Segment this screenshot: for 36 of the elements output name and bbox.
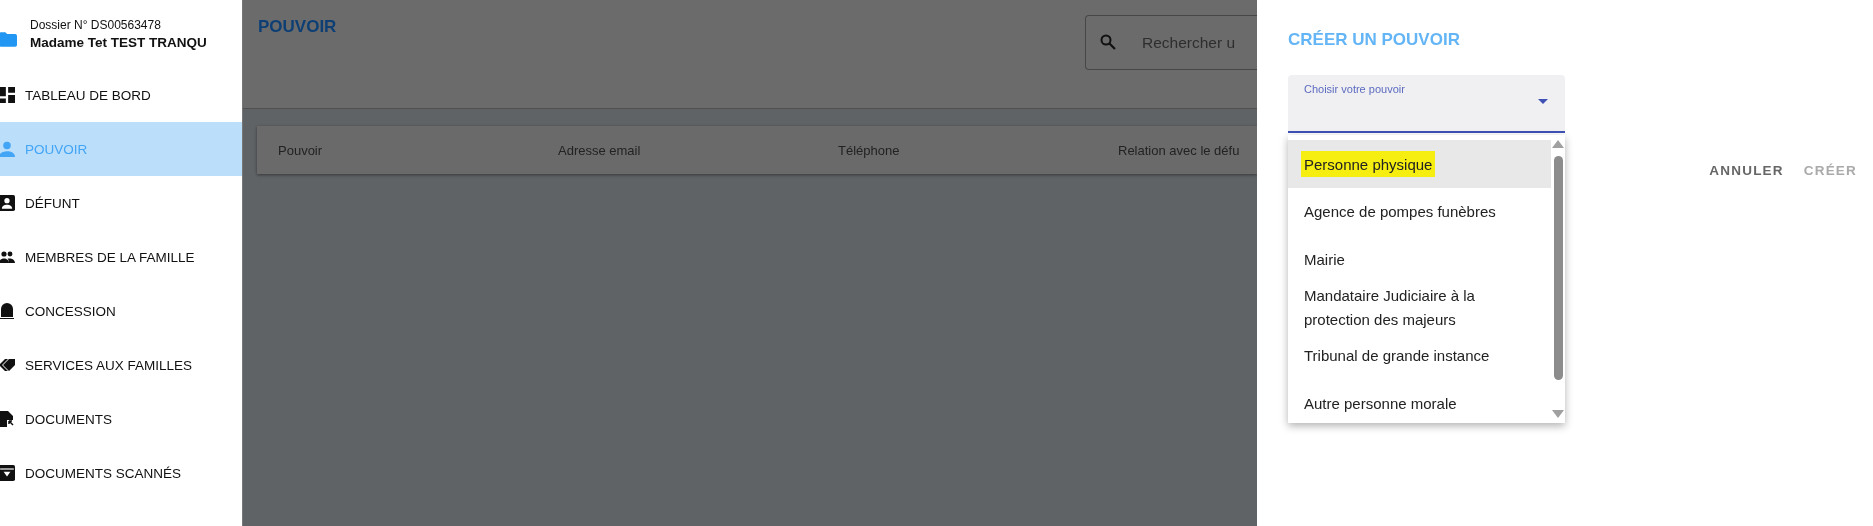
cancel-button[interactable]: ANNULER <box>1701 153 1792 188</box>
column-header: Adresse email <box>558 142 642 158</box>
sidebar-item[interactable]: DOCUMENTS SCANNÉS <box>0 446 242 500</box>
menu-option[interactable]: Agence de pompes funèbres <box>1288 188 1551 236</box>
scroll-down-icon[interactable] <box>1552 410 1564 418</box>
column-header: Téléphone <box>838 142 901 158</box>
client-name: Madame Tet TEST TRANQU <box>30 35 207 50</box>
select-field[interactable]: Choisir votre pouvoir <box>1288 75 1565 133</box>
search-field[interactable]: Rechercher u <box>1085 15 1257 70</box>
sidebar-item[interactable]: DOCUMENTS <box>0 392 242 446</box>
menu-option[interactable]: Mandataire Judiciaire à la protection des majeurs <box>1288 284 1551 332</box>
tombstone-icon <box>0 303 15 319</box>
menu-option[interactable]: Mairie <box>1288 236 1551 284</box>
sidebar-item[interactable]: SERVICES AUX FAMILLES <box>0 338 242 392</box>
scrollbar-thumb[interactable] <box>1553 156 1563 380</box>
sidebar-item[interactable]: MEMBRES DE LA FAMILLE <box>0 230 242 284</box>
folder-icon <box>0 31 17 47</box>
sidebar-item[interactable]: CONCESSION <box>0 284 242 338</box>
sidebar-item[interactable]: TABLEAU DE BORD <box>0 68 242 122</box>
file-number: Dossier N° DS00563478 <box>30 18 162 32</box>
person-icon <box>0 141 15 157</box>
group-icon <box>0 249 15 265</box>
scroll-up-icon[interactable] <box>1552 140 1564 148</box>
dropdown-caret-icon <box>1538 99 1548 104</box>
menu-option[interactable]: Tribunal de grande instance <box>1288 332 1551 380</box>
sidebar-item[interactable]: DÉFUNT <box>0 176 242 230</box>
search-icon <box>1100 34 1116 50</box>
dialog-title: CRÉER UN POUVOIR <box>1288 30 1460 50</box>
page-title: POUVOIR <box>258 17 337 37</box>
column-header: Pouvoir <box>278 142 324 158</box>
menu-option[interactable]: Autre personne morale <box>1288 380 1551 423</box>
column-header: Relation avec le défu <box>1118 142 1241 158</box>
tags-icon <box>0 357 15 373</box>
menu-option[interactable]: Personne physique <box>1288 140 1551 188</box>
dashboard-icon <box>0 87 15 103</box>
document-icon <box>0 411 15 427</box>
